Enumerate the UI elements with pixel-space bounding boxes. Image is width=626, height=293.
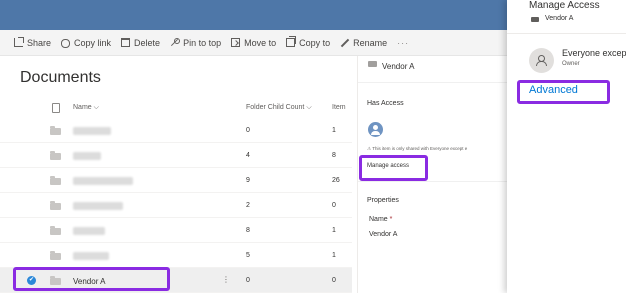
list-item[interactable]: 9 26	[0, 168, 352, 193]
list-item[interactable]: 2 0	[0, 193, 352, 218]
folder-child-count: 5	[246, 252, 250, 259]
name-field-value[interactable]: Vendor A	[369, 231, 397, 238]
sharing-note: ⚠ This item is only shared with Everyone…	[367, 146, 467, 152]
column-header-folder-child-count[interactable]: Folder Child Count ⌵	[246, 104, 312, 112]
info-icon: ⚠	[367, 146, 372, 151]
list-item[interactable]: 5 1	[0, 243, 352, 268]
folder-child-count: 0	[246, 127, 250, 134]
list-header: Name ⌵ Folder Child Count ⌵ Item	[0, 98, 352, 118]
library-title: Documents	[20, 69, 101, 86]
divider	[358, 181, 508, 182]
share-button[interactable]: Share	[14, 37, 52, 48]
copy-to-button[interactable]: Copy to	[286, 36, 331, 48]
user-name[interactable]: Everyone excep	[562, 48, 626, 58]
column-header-folder-child-count-label: Folder Child Count	[246, 104, 305, 111]
folder-icon	[50, 151, 61, 160]
details-folder-title: Vendor A	[368, 61, 415, 71]
column-header-name[interactable]: Name ⌵	[73, 104, 99, 112]
divider	[358, 82, 508, 83]
list-item[interactable]: 8 1	[0, 218, 352, 243]
copy-icon	[286, 36, 297, 47]
chevron-down-icon: ⌵	[306, 104, 312, 111]
divider	[507, 33, 626, 34]
details-folder-name: Vendor A	[382, 62, 415, 71]
column-header-name-label: Name	[73, 104, 92, 111]
folder-child-count: 9	[246, 177, 250, 184]
share-label: Share	[27, 37, 52, 48]
folder-child-count: 4	[246, 152, 250, 159]
redacted-name	[73, 177, 133, 185]
rename-button[interactable]: Rename	[340, 38, 387, 48]
command-bar: Share Copy link Delete Pin to top Move t…	[0, 30, 507, 56]
user-role: Owner	[562, 61, 580, 67]
redacted-name	[73, 202, 123, 210]
pin-to-top-button[interactable]: Pin to top	[170, 38, 221, 48]
item-count: 1	[332, 252, 336, 259]
item-count: 26	[332, 177, 340, 184]
folder-icon	[50, 251, 61, 260]
panel-folder-name: Vendor A	[545, 15, 574, 22]
copy-link-label: Copy link	[74, 37, 112, 48]
redacted-name	[73, 252, 109, 260]
highlight-box-vendor-a	[13, 267, 170, 291]
item-count: 0	[332, 202, 336, 209]
suite-bar	[0, 0, 507, 30]
more-commands-button[interactable]: ···	[397, 38, 409, 48]
chevron-down-icon: ⌵	[93, 104, 99, 111]
manage-access-panel: Manage Access Vendor A Everyone excep Ow…	[507, 0, 626, 293]
folder-icon	[50, 226, 61, 235]
item-count: 0	[332, 277, 336, 284]
row-more-icon[interactable]: ⋮	[222, 275, 230, 284]
folder-icon	[50, 176, 61, 185]
folder-icon	[368, 61, 377, 67]
highlight-box-manage-access	[359, 155, 428, 181]
item-count: 1	[332, 227, 336, 234]
share-icon	[14, 37, 24, 47]
link-icon	[61, 39, 71, 48]
properties-heading: Properties	[367, 197, 399, 204]
move-icon	[231, 38, 241, 47]
has-access-heading: Has Access	[367, 100, 404, 107]
folder-icon	[50, 126, 61, 135]
copy-link-button[interactable]: Copy link	[61, 37, 111, 48]
panel-title: Manage Access	[529, 0, 600, 11]
highlight-box-advanced	[517, 80, 610, 104]
pin-icon	[170, 38, 181, 47]
folder-icon	[531, 17, 539, 22]
redacted-name	[73, 227, 105, 235]
file-type-icon[interactable]	[52, 103, 60, 113]
folder-child-count: 2	[246, 202, 250, 209]
item-count: 8	[332, 152, 336, 159]
list-item[interactable]: 4 8	[0, 143, 352, 168]
delete-label: Delete	[134, 37, 161, 48]
copy-to-label: Copy to	[299, 37, 331, 48]
pin-to-top-label: Pin to top	[183, 37, 222, 48]
pencil-icon	[340, 38, 349, 47]
delete-button[interactable]: Delete	[121, 38, 160, 48]
folder-child-count: 8	[246, 227, 250, 234]
item-count: 1	[332, 127, 336, 134]
avatar[interactable]	[368, 122, 383, 137]
move-to-button[interactable]: Move to	[231, 38, 276, 48]
rename-label: Rename	[353, 37, 388, 48]
column-header-item-count[interactable]: Item	[332, 104, 346, 111]
list-item[interactable]: 0 1	[0, 118, 352, 143]
trash-icon	[121, 38, 131, 47]
name-label-text: Name	[369, 216, 388, 223]
required-marker: *	[389, 216, 393, 223]
move-to-label: Move to	[244, 37, 277, 48]
folder-child-count: 0	[246, 277, 250, 284]
sharing-note-text: This item is only shared with Everyone e…	[372, 146, 468, 151]
redacted-name	[73, 127, 111, 135]
group-avatar-icon	[529, 48, 554, 73]
folder-icon	[50, 201, 61, 210]
name-field-label: Name *	[369, 216, 392, 223]
redacted-name	[73, 152, 101, 160]
